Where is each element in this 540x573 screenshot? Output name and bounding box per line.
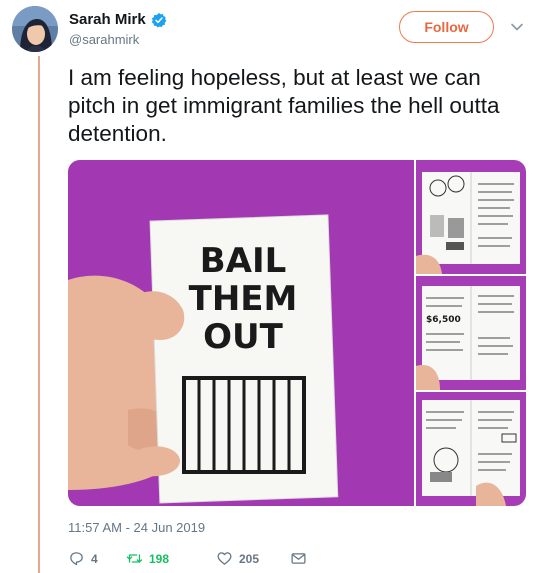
like-button[interactable]: 205 xyxy=(216,550,259,567)
display-name[interactable]: Sarah Mirk xyxy=(69,11,146,28)
user-handle[interactable]: @sarahmirk xyxy=(69,32,139,47)
follow-button[interactable]: Follow xyxy=(399,11,494,43)
media-photo-3[interactable]: $6,500 xyxy=(416,276,526,390)
reply-count: 4 xyxy=(91,551,98,566)
media-photo-2[interactable] xyxy=(416,160,526,274)
envelope-icon xyxy=(291,553,306,564)
verified-badge-icon xyxy=(151,12,167,28)
media-photo-main[interactable]: BAIL THEM OUT xyxy=(68,160,414,506)
chevron-down-icon[interactable] xyxy=(510,20,524,34)
direct-message-button[interactable] xyxy=(290,550,307,567)
media-grid: BAIL THEM OUT $6,500 xyxy=(68,160,526,506)
reply-icon xyxy=(70,552,83,566)
tweet-header: Sarah Mirk @sarahmirk Follow xyxy=(12,6,532,54)
zine-cover-line1: BAIL xyxy=(200,241,287,281)
media-photo-4[interactable] xyxy=(416,392,526,506)
thread-line xyxy=(38,56,40,573)
retweet-count: 198 xyxy=(149,551,170,566)
avatar[interactable] xyxy=(12,6,58,52)
heart-icon xyxy=(217,552,232,565)
retweet-button[interactable]: 198 xyxy=(126,550,169,567)
reply-button[interactable]: 4 xyxy=(68,550,98,567)
like-count: 205 xyxy=(239,551,260,566)
zine-amount: $6,500 xyxy=(426,315,461,325)
zine-cover-line2: THEM xyxy=(189,279,298,319)
retweet-icon xyxy=(126,554,143,563)
tweet-text: I am feeling hopeless, but at least we c… xyxy=(68,65,500,146)
tweet-timestamp[interactable]: 11:57 AM - 24 Jun 2019 xyxy=(68,520,205,535)
zine-cover-line3: OUT xyxy=(203,317,284,357)
